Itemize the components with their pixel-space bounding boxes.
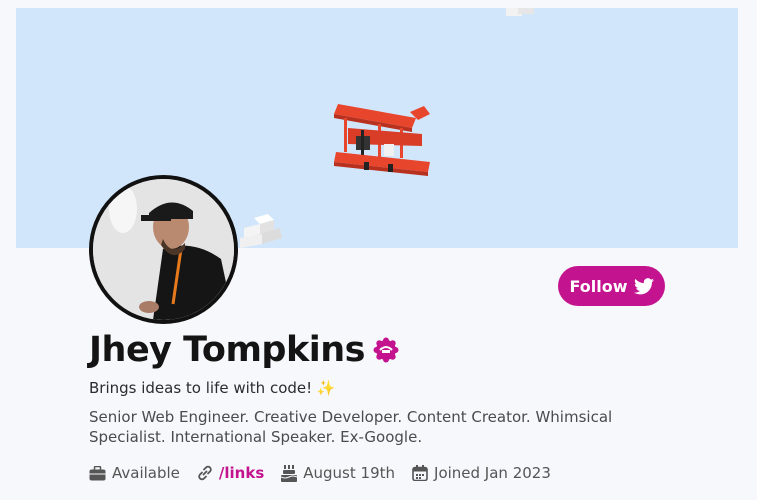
profile-bio: Senior Web Engineer. Creative Developer.… bbox=[89, 408, 613, 446]
profile-tagline: Brings ideas to life with code! ✨ bbox=[89, 379, 336, 397]
profile-meta: Available /links August 19th Joined Jan … bbox=[89, 464, 568, 482]
briefcase-icon bbox=[89, 465, 106, 480]
joined-text: Joined Jan 2023 bbox=[434, 464, 551, 482]
follow-button[interactable]: Follow bbox=[558, 266, 665, 306]
verified-badge-icon bbox=[373, 337, 399, 363]
meta-availability: Available bbox=[89, 464, 180, 482]
cake-icon bbox=[281, 464, 298, 482]
name-row: Jhey Tompkins bbox=[89, 330, 399, 370]
birthday-text: August 19th bbox=[303, 464, 396, 482]
follow-button-label: Follow bbox=[569, 276, 628, 296]
profile-photo bbox=[93, 179, 234, 320]
calendar-icon bbox=[412, 465, 428, 481]
profile-name: Jhey Tompkins bbox=[89, 330, 366, 370]
availability-text: Available bbox=[112, 464, 180, 482]
biplane-illustration bbox=[334, 104, 430, 176]
meta-birthday: August 19th bbox=[281, 464, 395, 482]
links-link[interactable]: /links bbox=[219, 464, 264, 482]
cloud-icon bbox=[506, 8, 534, 16]
link-icon bbox=[198, 465, 212, 481]
meta-joined: Joined Jan 2023 bbox=[412, 464, 551, 482]
twitter-bird-icon bbox=[633, 277, 654, 294]
cloud-icon bbox=[240, 214, 282, 248]
meta-links[interactable]: /links bbox=[197, 464, 264, 482]
avatar[interactable] bbox=[89, 175, 238, 324]
